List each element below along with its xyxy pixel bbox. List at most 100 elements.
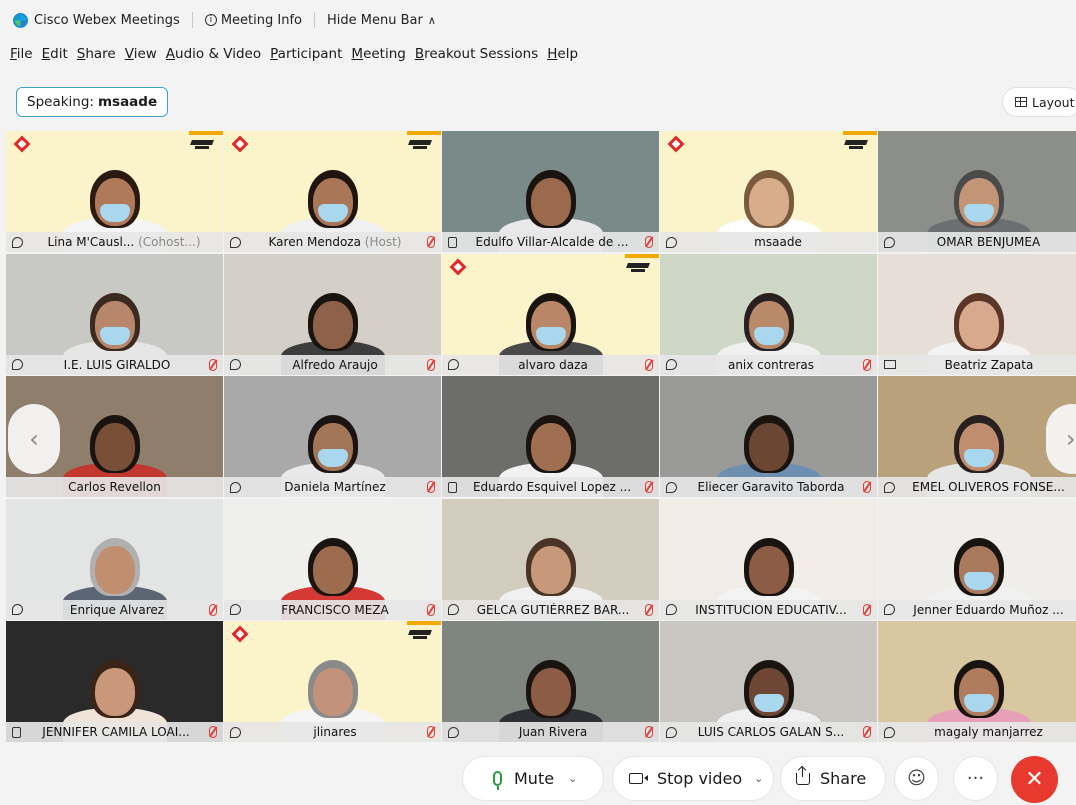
participant-tile[interactable]: JENNIFER CAMILA LOAI... [6,621,223,742]
participant-tile[interactable]: Edulfo Villar-Alcalde de ... [442,131,659,252]
participant-tile[interactable]: Eduardo Esquivel Lopez ... [442,376,659,497]
participant-tile[interactable]: Alfredo Araujo [224,253,441,375]
chevron-up-icon[interactable]: ∧ [428,14,436,27]
mic-muted-icon [645,726,653,738]
stop-video-button[interactable]: Stop video ⌄ [612,756,774,801]
participant-tile[interactable]: LUIS CARLOS GALAN S... [660,621,877,742]
participant-tile[interactable]: Daniela Martínez [224,376,441,497]
menu-audio-video[interactable]: Audio & Video [166,46,261,62]
audio-connection-icon [12,604,23,615]
layout-button[interactable]: Layout [1002,87,1076,117]
audio-connection-icon [230,726,241,738]
menu-help[interactable]: Help [547,46,578,62]
participant-name: alvaro daza [467,358,639,372]
menu-file[interactable]: File [10,46,33,62]
participant-tile[interactable]: msaade [660,131,877,252]
participant-tile[interactable]: anix contreras [660,253,877,375]
mic-muted-icon [427,481,435,493]
participant-tile[interactable]: jlinares [224,621,441,742]
menu-participant[interactable]: Participant [270,46,342,62]
participant-name-text: Karen Mendoza [268,235,361,249]
graduation-cap-icon [191,137,213,153]
participant-name-bar: I.E. LUIS GIRALDO [6,354,223,375]
participant-name: Carlos Revellon [12,480,217,494]
participant-tile[interactable]: FRANCISCO MEZA [224,498,441,620]
menu-breakout-sessions[interactable]: Breakout Sessions [415,46,538,62]
audio-connection-icon [884,604,895,615]
reactions-button[interactable]: ☺ [894,756,939,801]
participant-name: Enrique Alvarez [31,603,203,617]
participant-name-bar: Lina M'Causl... (Cohost...) [6,232,223,252]
participant-name: magaly manjarrez [903,725,1074,739]
participant-tile[interactable]: magaly manjarrez [878,621,1076,742]
participant-name-text: anix contreras [727,357,815,372]
mobile-device-icon [448,236,457,248]
audio-connection-icon [666,359,677,370]
meeting-info-button[interactable]: Meeting Info [221,13,302,28]
audio-connection-icon [12,359,23,370]
menu-meeting[interactable]: Meeting [351,46,405,62]
hide-menu-bar-button[interactable]: Hide Menu Bar [327,13,423,28]
participant-tile[interactable]: Eliecer Garavito Taborda [660,376,877,497]
participant-tile[interactable]: I.E. LUIS GIRALDO [6,253,223,375]
institution-logo-icon [232,137,250,153]
next-page-button[interactable]: › [1046,404,1076,474]
participant-tile[interactable]: INSTITUCION EDUCATIV... [660,498,877,620]
banner-stripe [407,131,441,135]
participant-tile[interactable]: Beatriz Zapata [878,253,1076,375]
mic-muted-icon [863,481,871,493]
participant-name-text: Beatriz Zapata [944,357,1034,372]
chevron-right-icon: › [1066,425,1076,453]
institution-logo-icon [450,260,468,276]
audio-connection-icon [666,604,677,615]
participant-name-text: EMEL OLIVEROS FONSE... [912,480,1065,494]
mute-button[interactable]: Mute ⌄ [462,756,604,801]
participant-name-bar: Karen Mendoza (Host) [224,232,441,252]
participant-name-bar: EMEL OLIVEROS FONSE... [878,477,1076,497]
participant-tile[interactable]: Juan Rivera [442,621,659,742]
title-bar: Cisco Webex Meetings i Meeting Info Hide… [0,0,1076,40]
menu-edit[interactable]: Edit [42,46,68,62]
participant-tile[interactable]: Enrique Alvarez [6,498,223,620]
audio-connection-icon [666,726,677,738]
share-button[interactable]: Share [780,756,886,801]
chevron-down-icon[interactable]: ⌄ [568,772,577,785]
info-icon[interactable]: i [204,14,217,26]
mic-muted-icon [863,603,871,616]
app-title: Cisco Webex Meetings [34,12,180,28]
chevron-down-icon[interactable]: ⌄ [754,772,763,785]
participant-tile[interactable]: GELCA GUTIÉRREZ BAR... [442,498,659,620]
menu-share[interactable]: Share [77,46,116,62]
participant-tile[interactable]: OMAR BENJUMEA [878,131,1076,252]
participant-name-text: Carlos Revellon [68,480,161,494]
participant-name-text: Alfredo Araujo [292,357,378,372]
participant-tile[interactable]: Karen Mendoza (Host) [224,131,441,252]
webex-logo-icon [13,12,28,28]
participant-name-bar: Jenner Eduardo Muñoz ... [878,599,1076,620]
participant-tile[interactable]: Jenner Eduardo Muñoz ... [878,498,1076,620]
participant-name-bar: Daniela Martínez [224,477,441,497]
participant-tile[interactable]: Lina M'Causl... (Cohost...) [6,131,223,252]
audio-connection-icon [230,236,241,248]
participant-tile[interactable]: alvaro daza [442,253,659,375]
participant-name-bar: alvaro daza [442,354,659,375]
audio-connection-icon [448,359,459,370]
participant-name-bar: Enrique Alvarez [6,599,223,620]
audio-connection-icon [884,726,895,738]
leave-meeting-button[interactable]: ✕ [1011,756,1058,803]
participant-name-text: FRANCISCO MEZA [281,602,389,617]
mobile-device-icon [448,481,457,493]
participant-name-text: Edulfo Villar-Alcalde de ... [475,235,629,249]
graduation-cap-icon [845,137,867,153]
menu-view[interactable]: View [125,46,157,62]
previous-page-button[interactable]: ‹ [8,404,60,474]
participant-name: msaade [685,235,871,249]
more-options-button[interactable]: ··· [953,756,998,801]
title-divider [313,12,315,28]
share-icon [796,766,810,785]
participant-name: Jenner Eduardo Muñoz ... [903,603,1074,617]
participant-name-text: Jenner Eduardo Muñoz ... [913,602,1064,617]
participant-name-bar: Edulfo Villar-Alcalde de ... [442,232,659,252]
participant-name: LUIS CARLOS GALAN S... [685,725,857,739]
audio-connection-icon [884,481,895,493]
